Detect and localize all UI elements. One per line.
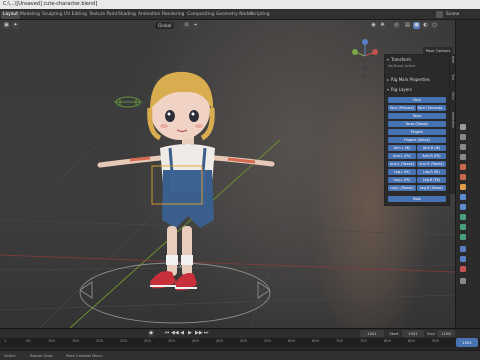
rig-leg-r-ik-button[interactable]: Leg.R (IK) [417,169,446,175]
status-rotate-hint: Rotate View [30,353,53,358]
scene-properties-icon[interactable] [460,164,466,170]
rig-main-properties-header[interactable]: ▸ Rig Main Properties [387,77,430,83]
bone-properties-icon[interactable] [460,224,466,230]
scene-icon[interactable] [436,11,443,18]
ruler-label: 300 [144,339,151,343]
no-bone-active-label: No Bone Active [388,64,416,68]
rig-arm-r-tweak-button[interactable]: Arm.R (Tweak) [417,161,446,167]
tab-sculpting[interactable]: Sculpting [40,11,65,19]
texture-icon[interactable] [460,278,466,284]
rig-arm-l-tweak-button[interactable]: Arm.L (Tweak) [388,161,416,167]
tab-uv-editing[interactable]: UV Editing [62,11,89,19]
rig-leg-l-ik-button[interactable]: Leg.L (IK) [388,169,416,175]
tab-texture-paint[interactable]: Texture Paint [87,11,119,19]
ruler-label: 450 [216,339,223,343]
timeline-ruler[interactable]: 1 50 100 150 200 250 300 350 400 450 500… [0,338,480,347]
navigation-gizmo[interactable] [350,38,380,78]
ruler-label: 850 [408,339,415,343]
play-icon[interactable]: ▶ [187,330,193,337]
hand-control-ring [114,96,142,108]
ruler-label: 50 [26,339,31,343]
physics-properties-icon[interactable] [460,204,466,210]
object-data-icon[interactable] [460,214,466,220]
rig-torso-button[interactable]: Torso [388,113,446,119]
workspace-tabs-bar: Layout Modeling Sculpting UV Editing Tex… [0,9,480,20]
object-properties-icon[interactable] [460,184,466,190]
rig-root-button[interactable]: Root [388,196,446,202]
start-label: Start [389,331,399,336]
ruler-label: 1 [4,339,7,343]
rig-face-button[interactable]: Face [388,97,446,103]
constraint-icon[interactable] [460,246,466,252]
window-title-bar: C:\...\[Unsaved] cute-character.blend] [0,0,480,9]
rig-arm-r-fk-button[interactable]: Arm.R (FK) [417,153,446,159]
sidebar-npanel: ▾ Transform No Bone Active ▸ Rig Main Prop… [384,54,450,206]
end-frame-field[interactable]: 1100 [437,330,455,337]
tab-animation[interactable]: Animation [136,11,162,19]
rig-face-primary-button[interactable]: Face (Primary) [388,105,416,111]
pose-options-dropdown[interactable]: Pose Options [423,47,453,54]
current-frame-field[interactable]: 1001 [360,330,384,337]
rig-fingers-detail-button[interactable]: Fingers (Detail) [388,137,446,143]
rig-arm-r-ik-button[interactable]: Arm.R (IK) [417,145,446,151]
rig-leg-r-fk-button[interactable]: Leg.R (FK) [417,177,446,183]
material-icon[interactable] [460,266,466,272]
play-reverse-icon[interactable]: ◀ [179,330,185,337]
playhead-indicator[interactable]: 1001 [456,338,478,347]
ruler-label: 350 [168,339,175,343]
ruler-label: 100 [48,339,55,343]
render-properties-icon[interactable] [460,134,466,140]
rig-torso-tweak-button[interactable]: Torso (Tweak) [388,121,446,127]
scene-selector[interactable]: Scene [446,11,459,19]
tab-modeling[interactable]: Modeling [18,11,42,19]
ruler-label: 800 [384,339,391,343]
transform-section-header[interactable]: ▾ Transform [387,57,411,63]
tool-properties-icon[interactable] [460,124,466,130]
tab-shading[interactable]: Shading [116,11,138,19]
ruler-label: 750 [360,339,367,343]
status-context-hint: Pose Context Menu [66,353,103,358]
ruler-label: 400 [192,339,199,343]
data-icon[interactable] [460,256,466,262]
ruler-label: 500 [240,339,247,343]
status-bar: Select Rotate View Pose Context Menu [0,350,480,360]
rig-leg-r-tweak-button[interactable]: Leg.R (Tweak) [417,185,446,191]
tab-scripting[interactable]: Scripting [248,11,272,19]
character-model [97,71,275,291]
rig-fingers-button[interactable]: Fingers [388,129,446,135]
ruler-label: 150 [72,339,79,343]
ruler-label: 650 [312,339,319,343]
prev-keyframe-icon[interactable]: ◀◀ [171,330,179,337]
next-keyframe-icon[interactable]: ▶▶ [195,330,203,337]
ruler-label: 900 [432,339,439,343]
ruler-label: 600 [288,339,295,343]
view-layer-icon[interactable] [460,154,466,160]
rig-leg-l-fk-button[interactable]: Leg.L (FK) [388,177,416,183]
status-select-hint: Select [4,353,16,358]
bone-constraints-icon[interactable] [460,234,466,240]
ruler-label: 250 [120,339,127,343]
output-properties-icon[interactable] [460,144,466,150]
3d-viewport[interactable]: ▣ ✦ Global ⊙ ⌖ ◉ ✥ ◎ ▤ ● ◐ ○ Pose Option… [0,20,455,328]
ruler-label: 700 [336,339,343,343]
rig-face-secondary-button[interactable]: Face (Seconda... [417,105,446,111]
world-properties-icon[interactable] [460,174,466,180]
window-title: C:\...\[Unsaved] cute-character.blend] [3,1,98,7]
ruler-label: 550 [264,339,271,343]
ruler-label: 200 [96,339,103,343]
modifier-properties-icon[interactable] [460,194,466,200]
tab-compositing[interactable]: Compositing [185,11,217,19]
properties-editor-strip [455,20,480,328]
keyframe-icon[interactable]: ◆ [148,330,154,337]
jump-end-icon[interactable]: ⏭ [203,330,209,337]
start-frame-field[interactable]: 1001 [402,330,424,337]
timeline-controls: ◆ ⏮ ◀◀ ◀ ▶ ▶▶ ⏭ 1001 Start 1001 End 1100 [0,329,480,338]
end-label: End [427,331,435,336]
jump-start-icon[interactable]: ⏮ [164,330,170,337]
rig-layers-header[interactable]: ▾ Rig Layers [387,87,412,93]
tab-rendering[interactable]: Rendering [160,11,186,19]
rig-arm-l-ik-button[interactable]: Arm.L (IK) [388,145,416,151]
rig-arm-l-fk-button[interactable]: Arm.L (FK) [388,153,416,159]
rig-leg-l-tweak-button[interactable]: Leg.L (Tweak) [388,185,416,191]
